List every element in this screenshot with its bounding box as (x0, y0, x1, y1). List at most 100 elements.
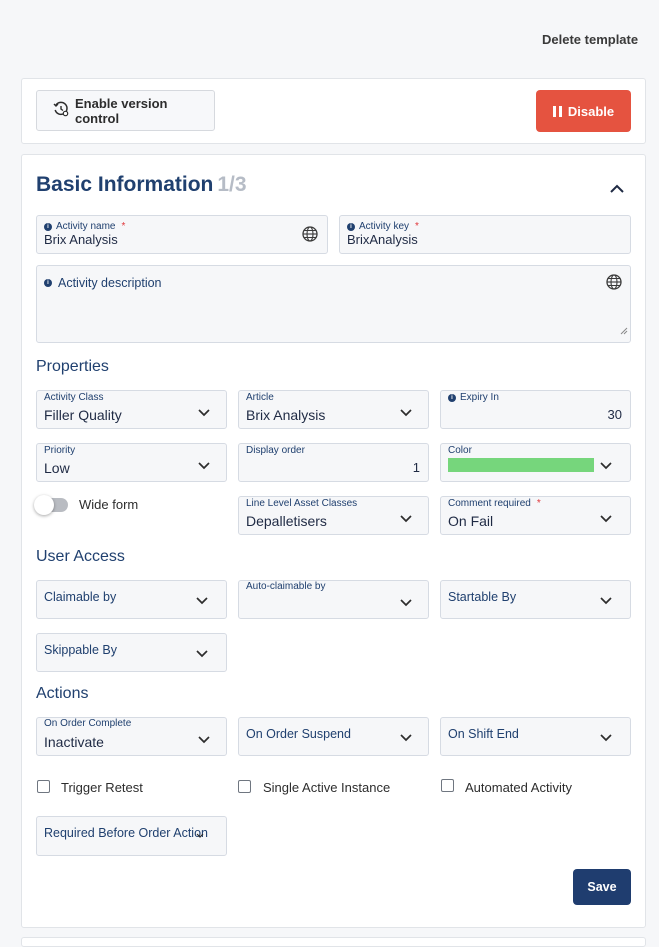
activity-name-value: Brix Analysis (44, 232, 118, 247)
article-select[interactable]: Article Brix Analysis (238, 390, 429, 429)
collapse-chevron-icon[interactable] (610, 180, 624, 198)
activity-description-label: i Activity description (44, 276, 162, 290)
on-shift-end-select[interactable]: On Shift End (440, 717, 631, 756)
activity-key-value: BrixAnalysis (347, 232, 418, 247)
user-access-heading: User Access (36, 548, 125, 565)
on-order-complete-select[interactable]: On Order Complete Inactivate (36, 717, 227, 756)
required-before-order-action-select[interactable]: Required Before Order Action (36, 816, 227, 856)
color-select[interactable]: Color (440, 443, 631, 482)
chevron-down-icon (198, 736, 210, 744)
expiry-in-field[interactable]: i Expiry In 30 (440, 390, 631, 429)
required-marker: * (536, 498, 541, 509)
single-active-instance-label: Single Active Instance (263, 780, 391, 795)
comment-required-select[interactable]: Comment required * On Fail (440, 496, 631, 535)
globe-icon[interactable] (606, 274, 622, 295)
skippable-by-label: Skippable By (44, 643, 117, 657)
activity-name-field[interactable]: i Activity name * Brix Analysis (36, 215, 328, 254)
chevron-down-icon (600, 597, 612, 605)
activity-class-label: Activity Class (44, 392, 104, 403)
activity-name-label-text: Activity name (56, 221, 116, 232)
line-level-asset-classes-select[interactable]: Line Level Asset Classes Depalletisers (238, 496, 429, 535)
properties-heading: Properties (36, 358, 109, 375)
line-level-asset-classes-value: Depalletisers (246, 513, 327, 529)
info-icon: i (44, 222, 52, 231)
automated-activity-label: Automated Activity (465, 780, 572, 795)
chevron-down-icon (198, 462, 210, 470)
info-icon: i (448, 393, 456, 402)
article-value: Brix Analysis (246, 407, 326, 423)
enable-version-control-button[interactable]: Enable version control (36, 90, 215, 131)
required-marker: * (415, 221, 419, 232)
actions-heading: Actions (36, 685, 89, 702)
expiry-in-label-text: Expiry In (460, 392, 499, 403)
chevron-down-icon (600, 515, 612, 523)
on-order-complete-value: Inactivate (44, 734, 104, 750)
startable-by-select[interactable]: Startable By (440, 580, 631, 619)
comment-required-value: On Fail (448, 513, 494, 529)
chevron-down-icon (400, 734, 412, 742)
required-before-order-action-label: Required Before Order Action (44, 826, 208, 840)
color-swatch (448, 458, 594, 472)
color-label: Color (448, 445, 472, 456)
activity-name-label: i Activity name * (44, 221, 125, 232)
startable-by-label: Startable By (448, 590, 517, 604)
expiry-in-label: i Expiry In (448, 392, 499, 403)
on-shift-end-label: On Shift End (448, 727, 519, 741)
single-active-instance-checkbox[interactable] (238, 780, 251, 793)
priority-label: Priority (44, 445, 76, 456)
chevron-down-icon (400, 409, 412, 417)
activity-class-value: Filler Quality (44, 407, 122, 423)
claimable-by-label: Claimable by (44, 590, 117, 604)
comment-required-label-text: Comment required (448, 498, 531, 509)
disable-button[interactable]: Disable (536, 90, 631, 132)
automated-activity-checkbox[interactable] (441, 779, 454, 792)
display-order-value: 1 (412, 460, 420, 475)
activity-key-label-text: Activity key (359, 221, 410, 232)
activity-description-field[interactable]: i Activity description (36, 265, 631, 343)
claimable-by-select[interactable]: Claimable by (36, 580, 227, 619)
priority-select[interactable]: Priority Low (36, 443, 227, 482)
globe-icon[interactable] (302, 226, 318, 247)
chevron-down-icon (600, 734, 612, 742)
auto-claimable-by-select[interactable]: Auto-claimable by (238, 580, 429, 619)
skippable-by-select[interactable]: Skippable By (36, 633, 227, 672)
delete-template-button[interactable]: Delete template (542, 32, 638, 47)
auto-claimable-by-label: Auto-claimable by (246, 581, 326, 592)
trigger-retest-checkbox[interactable] (37, 780, 50, 793)
info-icon: i (44, 279, 52, 287)
chevron-down-icon (400, 515, 412, 523)
comment-required-label: Comment required * (448, 498, 541, 509)
activity-key-field[interactable]: i Activity key * BrixAnalysis (339, 215, 631, 254)
section-title: Basic Information 1/3 (36, 173, 247, 197)
section-title-text: Basic Information (36, 173, 214, 196)
activity-key-label: i Activity key * (347, 221, 419, 232)
chevron-down-icon (196, 597, 208, 605)
priority-value: Low (44, 460, 70, 476)
resize-handle-icon[interactable] (620, 322, 628, 340)
activity-class-select[interactable]: Activity Class Filler Quality (36, 390, 227, 429)
chevron-down-icon (196, 833, 208, 841)
on-order-suspend-label: On Order Suspend (246, 727, 351, 741)
next-section-panel (21, 937, 646, 947)
required-marker: * (121, 221, 126, 232)
wide-form-label: Wide form (79, 497, 139, 512)
line-level-asset-classes-label: Line Level Asset Classes (246, 498, 358, 509)
article-label: Article (246, 392, 274, 403)
history-settings-icon (53, 101, 69, 120)
pause-icon (552, 105, 562, 117)
enable-version-control-label: Enable version control (75, 95, 168, 126)
toggle-knob (34, 495, 54, 515)
expiry-in-value: 30 (607, 407, 622, 422)
activity-description-label-text: Activity description (58, 276, 162, 290)
display-order-field[interactable]: Display order 1 (238, 443, 429, 482)
wide-form-toggle[interactable] (34, 495, 68, 515)
on-order-suspend-select[interactable]: On Order Suspend (238, 717, 429, 756)
disable-label: Disable (567, 103, 615, 119)
info-icon: i (347, 222, 355, 231)
chevron-down-icon (196, 650, 208, 658)
on-order-complete-label: On Order Complete (44, 718, 132, 729)
trigger-retest-label: Trigger Retest (61, 780, 143, 795)
chevron-down-icon (600, 462, 612, 470)
save-button[interactable]: Save (573, 869, 631, 905)
section-step: 1/3 (217, 173, 247, 196)
